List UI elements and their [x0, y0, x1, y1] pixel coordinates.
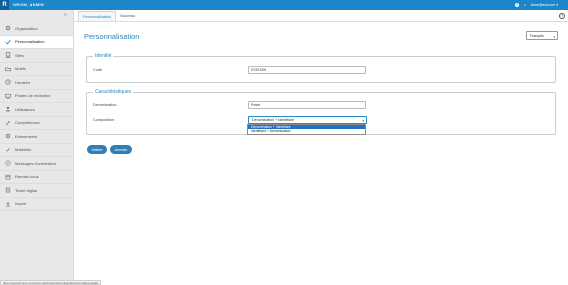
sidebar-item-label: Horaires — [15, 79, 31, 85]
identity-legend: Identité — [93, 53, 114, 59]
chevron-down-icon: ▾ — [556, 3, 558, 7]
composition-dropdown: Dénomination + Identifiant Identifiant +… — [247, 124, 366, 135]
app-logo[interactable]: R — [0, 0, 9, 10]
question-circle-icon[interactable]: ? — [514, 2, 520, 8]
sidebar-item-label: Compétences — [15, 120, 40, 126]
top-bar: R ORION_ADMIN ? ▾ chloe@ecl.com ▾ — [0, 0, 568, 10]
sidebar-item-label: Evénements — [15, 133, 38, 139]
sidebar-item-utilisateurs[interactable]: Utilisateurs — [0, 103, 73, 117]
tools-icon — [5, 120, 11, 126]
collapse-sidebar-icon[interactable]: « — [64, 12, 67, 18]
tab-personnalisation[interactable]: Personnalisation — [78, 11, 117, 21]
denomination-field[interactable]: Poste — [248, 101, 366, 109]
building-icon — [5, 52, 11, 59]
desk-icon — [5, 93, 11, 99]
page-title: Personnalisation — [84, 32, 140, 41]
status-bar-url: https://opusctrl.orion.com/orion-admin/a… — [0, 280, 101, 285]
message-icon — [5, 160, 11, 166]
clock-icon — [5, 79, 11, 85]
sidebar-item-label: Postes de réception — [15, 93, 51, 99]
tab-nouveau[interactable]: Nouveau — [116, 11, 139, 21]
pen-icon — [5, 147, 11, 153]
sidebar-item-label: Ticket digital — [15, 187, 38, 193]
sidebar-item-materiels[interactable]: Matériels — [0, 144, 73, 157]
sidebar-item-horaires[interactable]: Horaires — [0, 76, 73, 90]
characteristics-legend: Caractéristiques — [93, 89, 134, 95]
main-content: Personnalisation Français ▾ Identité Cod… — [74, 22, 568, 285]
composition-option[interactable]: Identifiant + Dénomination — [248, 129, 365, 133]
sidebar-item-competences[interactable]: Compétences — [0, 117, 73, 130]
code-label: Code — [93, 68, 103, 72]
download-icon — [5, 201, 11, 207]
sidebar-item-label: Messages d'orientation — [15, 160, 57, 166]
sidebar: « Organisation Personnalisation Sites Mo… — [0, 10, 74, 285]
sidebar-item-label: Utilisateurs — [15, 106, 35, 112]
sidebar-item-label: Motifs — [15, 66, 26, 72]
identity-section: Identité Code STATION — [86, 53, 556, 83]
gear-icon — [5, 133, 11, 139]
sidebar-item-label: Sites — [15, 52, 24, 58]
sidebar-item-label: Personnalisation — [15, 39, 45, 45]
sidebar-item-sites[interactable]: Sites — [0, 49, 73, 63]
chevron-down-icon: ▾ — [362, 119, 364, 123]
chevron-down-icon: ▾ — [553, 34, 555, 39]
sidebar-list: Organisation Personnalisation Sites Moti… — [0, 22, 73, 211]
sidebar-item-messages-d-orientation[interactable]: Messages d'orientation — [0, 157, 73, 171]
sidebar-item-personnalisation[interactable]: Personnalisation — [0, 35, 73, 49]
composition-select[interactable]: Dénomination + Identifiant ▾ — [248, 116, 367, 124]
language-select[interactable]: Français ▾ — [526, 31, 558, 40]
language-value: Français — [530, 33, 544, 38]
sidebar-item-ticket-digital[interactable]: Ticket digital — [0, 184, 73, 198]
check-icon — [5, 39, 11, 45]
folder-icon — [5, 66, 11, 72]
sidebar-item-evenements[interactable]: Evénements — [0, 130, 73, 144]
user-email: chloe@ecl.com — [530, 3, 556, 7]
composition-label: Composition — [93, 118, 115, 122]
user-menu[interactable]: chloe@ecl.com ▾ — [531, 3, 558, 7]
sidebar-item-organisation[interactable]: Organisation — [0, 22, 73, 36]
user-icon — [5, 106, 11, 112]
code-field[interactable]: STATION — [248, 66, 366, 74]
cancel-button[interactable]: Annuler — [110, 145, 132, 154]
sidebar-item-label: Organisation — [15, 25, 38, 31]
tab-bar: Personnalisation Nouveau ? — [74, 10, 568, 22]
ticket-icon — [5, 187, 11, 193]
sidebar-item-label: Import — [15, 201, 27, 207]
sidebar-item-label: Matériels — [15, 147, 32, 153]
gear-icon — [5, 25, 11, 31]
help-icon[interactable]: ? — [559, 12, 565, 19]
sidebar-item-label: Rendez-vous — [15, 174, 39, 180]
denomination-label: Dénomination — [93, 103, 117, 107]
composition-value: Dénomination + Identifiant — [252, 118, 294, 122]
sidebar-item-postes-de-reception[interactable]: Postes de réception — [0, 90, 73, 103]
chevron-down-icon[interactable]: ▾ — [524, 3, 526, 7]
top-bar-right: ? ▾ chloe@ecl.com ▾ — [514, 0, 558, 10]
validate-button[interactable]: Valider — [87, 145, 107, 154]
brand-name: ORION_ADMIN — [13, 3, 45, 7]
calendar-icon — [5, 174, 11, 180]
sidebar-item-import[interactable]: Import — [0, 198, 73, 211]
sidebar-item-rendez-vous[interactable]: Rendez-vous — [0, 171, 73, 184]
sidebar-item-motifs[interactable]: Motifs — [0, 63, 73, 76]
